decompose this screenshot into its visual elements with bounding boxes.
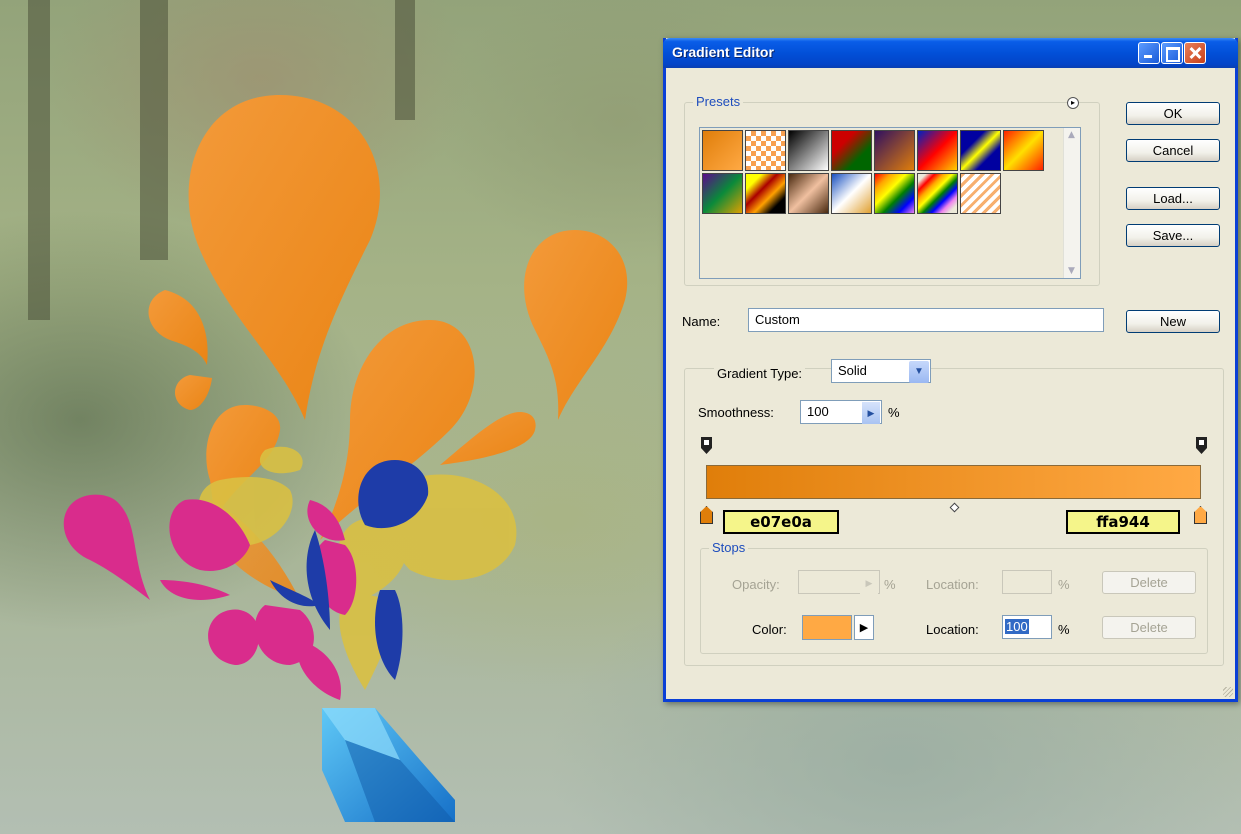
resize-grip[interactable] <box>1223 687 1233 697</box>
preset-swatch[interactable] <box>917 130 958 171</box>
smoothness-input[interactable]: 100 ▶ <box>800 400 882 424</box>
preset-swatch[interactable] <box>702 173 743 214</box>
smoothness-value: 100 <box>807 404 829 419</box>
preset-swatch-grid: ▲ ▼ <box>699 127 1081 279</box>
opacity-location-unit: % <box>1058 577 1070 592</box>
cancel-button[interactable]: Cancel <box>1126 139 1220 162</box>
name-input[interactable]: Custom <box>748 308 1104 332</box>
color-location-input[interactable]: 100 <box>1002 615 1052 639</box>
preset-swatch[interactable] <box>1003 130 1044 171</box>
preset-swatch[interactable] <box>788 173 829 214</box>
scroll-up-icon[interactable]: ▲ <box>1068 130 1075 140</box>
stops-label: Stops <box>709 540 749 555</box>
color-delete-button: Delete <box>1102 616 1196 639</box>
opacity-location-input <box>1002 570 1052 594</box>
smoothness-unit: % <box>888 405 900 420</box>
color-label: Color: <box>752 622 787 637</box>
gradient-type-label: Gradient Type: <box>714 366 806 381</box>
smoothness-arrow-icon[interactable]: ▶ <box>862 402 880 424</box>
presets-scrollbar[interactable]: ▲ ▼ <box>1063 128 1080 278</box>
new-button[interactable]: New <box>1126 310 1220 333</box>
scroll-down-icon[interactable]: ▼ <box>1068 266 1075 276</box>
diamond <box>322 708 455 822</box>
name-label: Name: <box>682 314 721 329</box>
preset-swatch[interactable] <box>788 130 829 171</box>
preset-swatch[interactable] <box>874 173 915 214</box>
right-stop-hex-label: ffa944 <box>1066 510 1180 534</box>
opacity-unit: % <box>884 577 896 592</box>
preset-swatch[interactable] <box>745 130 786 171</box>
swatch-list <box>702 130 1050 214</box>
preset-swatch[interactable] <box>831 173 872 214</box>
color-location-unit: % <box>1058 622 1070 637</box>
opacity-delete-button: Delete <box>1102 571 1196 594</box>
gradient-type-value: Solid <box>838 363 867 378</box>
window-title: Gradient Editor <box>672 44 774 60</box>
color-location-value: 100 <box>1005 619 1029 634</box>
artwork-canvas <box>28 0 628 822</box>
presets-menu-icon[interactable]: ▸ <box>1067 97 1079 109</box>
load-button[interactable]: Load... <box>1126 187 1220 210</box>
title-bar[interactable]: Gradient Editor <box>663 38 1238 68</box>
preset-swatch[interactable] <box>917 173 958 214</box>
color-location-label: Location: <box>926 622 979 637</box>
opacity-label: Opacity: <box>732 577 780 592</box>
close-icon[interactable] <box>1184 42 1206 64</box>
preset-swatch[interactable] <box>960 173 1001 214</box>
save-button[interactable]: Save... <box>1126 224 1220 247</box>
preset-swatch[interactable] <box>831 130 872 171</box>
preset-swatch[interactable] <box>745 173 786 214</box>
color-menu-arrow-icon[interactable]: ▶ <box>854 615 874 640</box>
ok-button[interactable]: OK <box>1126 102 1220 125</box>
preset-swatch[interactable] <box>874 130 915 171</box>
chevron-down-icon[interactable]: ▼ <box>909 361 929 383</box>
preset-swatch[interactable] <box>702 130 743 171</box>
preset-swatch[interactable] <box>960 130 1001 171</box>
presets-label: Presets <box>693 94 744 109</box>
gradient-preview-bar[interactable] <box>706 465 1201 499</box>
opacity-location-label: Location: <box>926 577 979 592</box>
opacity-arrow-icon: ▶ <box>860 572 878 594</box>
opacity-input: ▶ <box>798 570 880 594</box>
color-swatch[interactable] <box>802 615 852 640</box>
minimize-icon[interactable] <box>1138 42 1160 64</box>
gradient-type-select[interactable]: Solid ▼ <box>831 359 931 383</box>
smoothness-label: Smoothness: <box>698 405 774 420</box>
maximize-icon[interactable] <box>1161 42 1183 64</box>
presets-group: Presets ▸ ▲ ▼ <box>684 94 1100 286</box>
left-stop-hex-label: e07e0a <box>723 510 839 534</box>
gradient-editor-dialog: Gradient Editor Presets ▸ ▲ ▼ OK Cancel … <box>663 38 1238 702</box>
